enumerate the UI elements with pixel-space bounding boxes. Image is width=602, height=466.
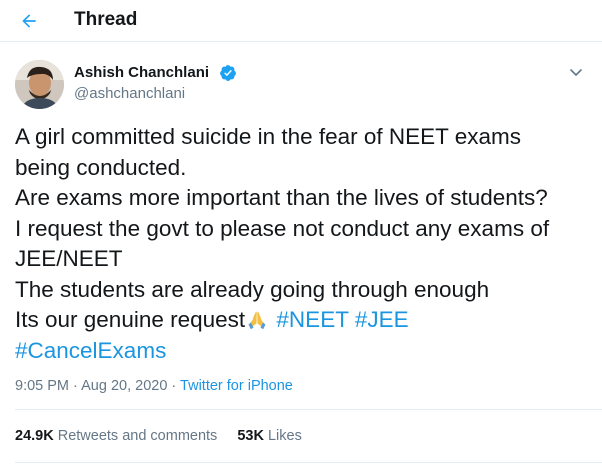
tweet-date[interactable]: Aug 20, 2020 — [81, 378, 167, 394]
divider — [15, 462, 602, 463]
meta-separator: · — [73, 378, 78, 394]
back-button[interactable] — [14, 6, 44, 36]
chevron-down-icon — [570, 69, 582, 76]
likes-label: Likes — [267, 428, 302, 444]
tweet-meta: 9:05 PM · Aug 20, 2020 · Twitter for iPh… — [15, 378, 293, 394]
hashtag-cancelexams[interactable]: #CancelExams — [15, 338, 166, 363]
more-options-button[interactable] — [563, 62, 589, 84]
retweets-label: Retweets and comments — [57, 428, 218, 444]
page-title: Thread — [74, 9, 138, 30]
avatar-image — [15, 60, 64, 109]
thread-header: Thread — [0, 0, 602, 42]
tweet-line: I request the govt to please not conduct… — [15, 215, 550, 241]
verified-badge-icon — [220, 65, 236, 81]
author-name[interactable]: Ashish Chanchlani — [74, 64, 209, 81]
retweets-count: 24.9K — [15, 428, 54, 444]
tweet-time[interactable]: 9:05 PM — [15, 378, 69, 394]
avatar[interactable] — [15, 60, 64, 109]
likes-stat[interactable]: 53K Likes — [237, 428, 302, 444]
tweet-line-text: Its our genuine request — [15, 307, 246, 332]
tweet-line: JEE/NEET — [15, 246, 123, 271]
tweet-stats: 24.9K Retweets and comments 53K Likes — [15, 428, 302, 444]
tweet: Ashish Chanchlani @ashchanchlani A girl … — [0, 42, 602, 466]
tweet-line: being conducted. — [15, 154, 187, 180]
author-handle[interactable]: @ashchanchlani — [74, 85, 185, 102]
tweet-text: A girl committed suicide in the fear of … — [15, 122, 595, 366]
tweet-line: Are exams more important than the lives … — [15, 185, 548, 210]
tweet-source-link[interactable]: Twitter for iPhone — [180, 378, 293, 394]
likes-count: 53K — [237, 428, 264, 444]
hashtag-neet[interactable]: #NEET — [276, 307, 348, 332]
tweet-line: A girl committed suicide in the fear of … — [15, 124, 522, 149]
meta-separator: · — [171, 378, 177, 394]
retweets-stat[interactable]: 24.9K Retweets and comments — [15, 428, 217, 444]
arrow-left-icon — [22, 14, 36, 28]
folded-hands-icon — [248, 311, 266, 330]
tweet-line-last: Its our genuine request #NEET #JEE — [15, 305, 595, 336]
divider — [15, 409, 602, 410]
hashtag-jee[interactable]: #JEE — [355, 307, 409, 332]
tweet-line-hashtag: #CancelExams — [15, 336, 595, 367]
tweet-line: The students are already going through e… — [15, 276, 490, 302]
